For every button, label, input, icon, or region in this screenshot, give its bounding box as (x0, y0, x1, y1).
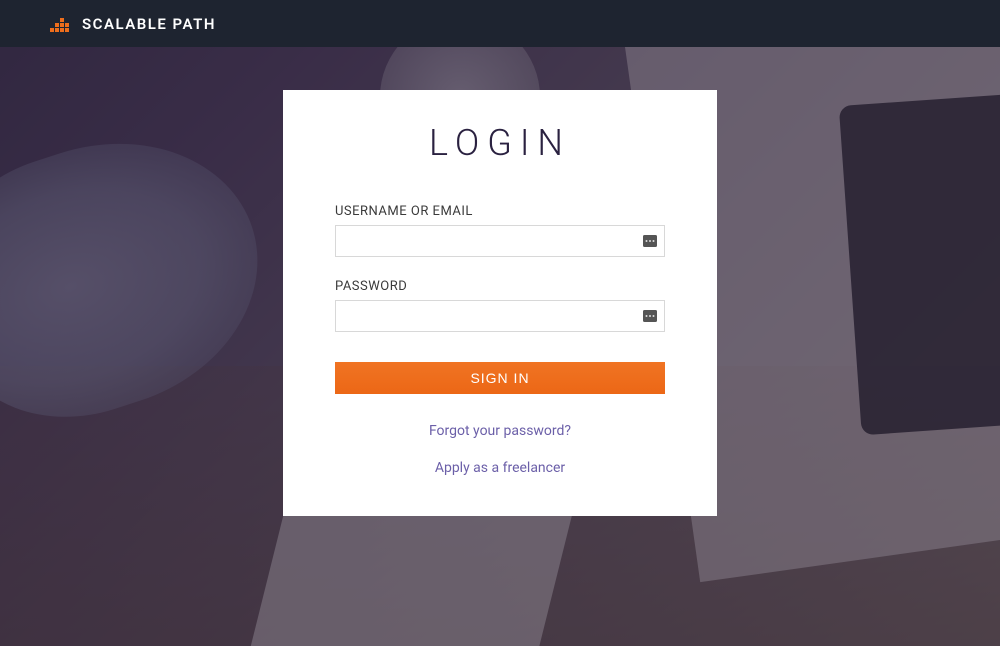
app-header: SCALABLE PATH (0, 0, 1000, 47)
brand-name: SCALABLE PATH (82, 15, 216, 33)
username-label: USERNAME OR EMAIL (335, 204, 665, 219)
forgot-password-link[interactable]: Forgot your password? (429, 423, 571, 439)
apply-freelancer-link[interactable]: Apply as a freelancer (435, 460, 565, 476)
brand-logo-icon (50, 14, 70, 34)
username-field-group: USERNAME OR EMAIL (335, 204, 665, 257)
credential-icon[interactable] (643, 234, 657, 248)
username-input[interactable] (335, 225, 665, 257)
password-field-group: PASSWORD (335, 279, 665, 332)
login-title: LOGIN (335, 122, 665, 164)
brand-logo-group[interactable]: SCALABLE PATH (50, 14, 216, 34)
password-input[interactable] (335, 300, 665, 332)
login-card: LOGIN USERNAME OR EMAIL PASSWORD (283, 90, 717, 516)
signin-button[interactable]: SIGN IN (335, 362, 665, 394)
password-label: PASSWORD (335, 279, 665, 294)
credential-icon[interactable] (643, 309, 657, 323)
